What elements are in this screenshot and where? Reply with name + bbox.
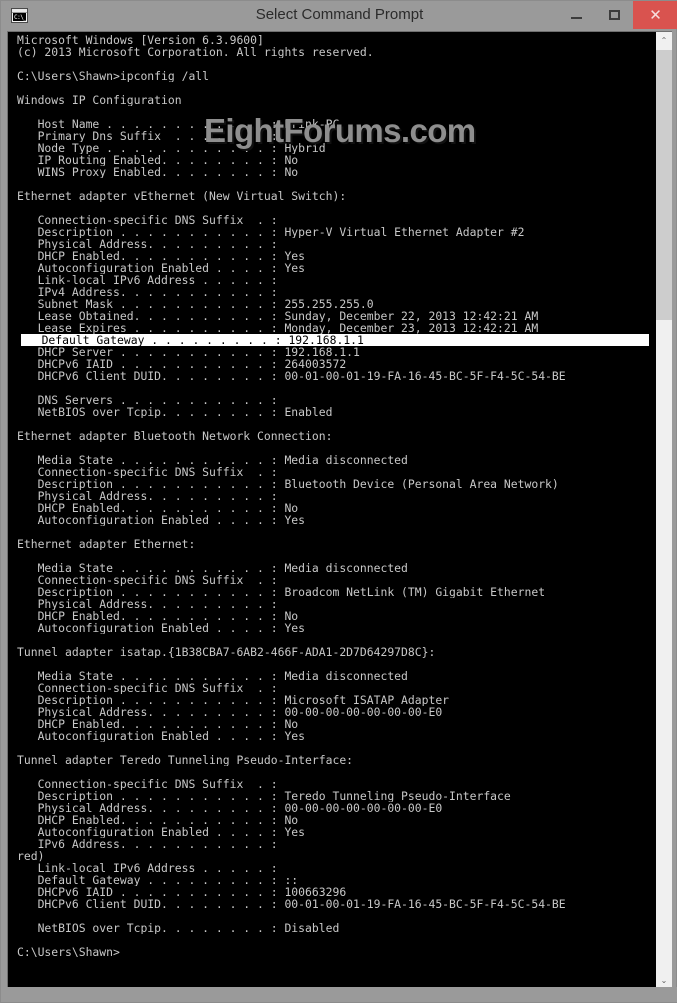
console-line: Autoconfiguration Enabled . . . . : Yes [17, 826, 306, 838]
console-line: Subnet Mask . . . . . . . . . . . : 255.… [17, 298, 374, 310]
console-line: Description . . . . . . . . . . . : Blue… [17, 478, 559, 490]
console-line: C:\Users\Shawn>_ [17, 946, 127, 958]
console-line: Physical Address. . . . . . . . . : [17, 490, 278, 502]
console-line: Autoconfiguration Enabled . . . . : Yes [17, 262, 306, 274]
console-line: IP Routing Enabled. . . . . . . . : No [17, 154, 299, 166]
console-line-selected: Default Gateway . . . . . . . . . : 192.… [21, 334, 649, 346]
console-line: Connection-specific DNS Suffix . : [17, 466, 278, 478]
console-line: Primary Dns Suffix . . . . . . . : [17, 130, 278, 142]
console-line: DHCPv6 IAID . . . . . . . . . . . : 1006… [17, 886, 347, 898]
close-button[interactable]: ✕ [633, 1, 677, 29]
console-line: Autoconfiguration Enabled . . . . : Yes [17, 730, 306, 742]
icon-glyph: C:\_ [13, 13, 27, 21]
console-line: DHCPv6 Client DUID. . . . . . . . : 00-0… [17, 370, 566, 382]
console-line: DHCP Enabled. . . . . . . . . . . : No [17, 718, 299, 730]
command-prompt-window: C:\_ Select Command Prompt ✕ Microsoft W… [0, 0, 677, 1003]
console-line: Tunnel adapter isatap.{1B38CBA7-6AB2-466… [17, 646, 436, 658]
console-line: DNS Servers . . . . . . . . . . . : [17, 394, 278, 406]
console-output: Microsoft Windows [Version 6.3.9600] (c) … [17, 34, 656, 958]
console-line: Physical Address. . . . . . . . . : 00-0… [17, 802, 443, 814]
maximize-icon [608, 10, 620, 20]
console-line: Node Type . . . . . . . . . . . . : Hybr… [17, 142, 326, 154]
console-line: DHCP Server . . . . . . . . . . . : 192.… [17, 346, 360, 358]
console-line: DHCPv6 Client DUID. . . . . . . . : 00-0… [17, 898, 566, 910]
command-prompt-icon[interactable]: C:\_ [11, 8, 28, 23]
console-line: Physical Address. . . . . . . . . : 00-0… [17, 706, 443, 718]
minimize-icon [570, 17, 582, 19]
console-line: Description . . . . . . . . . . . : Hype… [17, 226, 525, 238]
console-line: Tunnel adapter Teredo Tunneling Pseudo-I… [17, 754, 354, 766]
vertical-scrollbar[interactable]: ⌃ ⌄ [656, 32, 672, 989]
console-line: Physical Address. . . . . . . . . : [17, 598, 278, 610]
console-line: Description . . . . . . . . . . . : Broa… [17, 586, 546, 598]
console-line: red) [17, 850, 45, 862]
console-line: Physical Address. . . . . . . . . : [17, 238, 278, 250]
console-line: Autoconfiguration Enabled . . . . : Yes [17, 514, 306, 526]
title-bar[interactable]: C:\_ Select Command Prompt ✕ [1, 1, 677, 29]
console-line: Lease Obtained. . . . . . . . . . : Sund… [17, 310, 539, 322]
console-text-surface[interactable]: Microsoft Windows [Version 6.3.9600] (c) … [8, 32, 656, 989]
minimize-button[interactable] [557, 1, 595, 29]
console-line: Connection-specific DNS Suffix . : [17, 682, 278, 694]
console-line: Ethernet adapter Bluetooth Network Conne… [17, 430, 333, 442]
console-line: Default Gateway . . . . . . . . . : :: [17, 874, 299, 886]
console-line: (c) 2013 Microsoft Corporation. All righ… [17, 46, 374, 58]
console-line: Microsoft Windows [Version 6.3.9600] [17, 34, 264, 46]
console-line: Host Name . . . . . . . . . . . . : Brin… [17, 118, 340, 130]
console-line: Ethernet adapter Ethernet: [17, 538, 196, 550]
console-line: DHCP Enabled. . . . . . . . . . . : No [17, 814, 299, 826]
console-line: DHCP Enabled. . . . . . . . . . . : No [17, 610, 299, 622]
console-line: DHCP Enabled. . . . . . . . . . . : Yes [17, 250, 306, 262]
console-line: Description . . . . . . . . . . . : Tere… [17, 790, 511, 802]
console-line: NetBIOS over Tcpip. . . . . . . . : Enab… [17, 406, 333, 418]
console-client-area[interactable]: Microsoft Windows [Version 6.3.9600] (c) … [7, 31, 672, 989]
console-line: NetBIOS over Tcpip. . . . . . . . : Disa… [17, 922, 340, 934]
console-line: Link-local IPv6 Address . . . . . : [17, 274, 278, 286]
console-line: Connection-specific DNS Suffix . : [17, 574, 278, 586]
console-line: Connection-specific DNS Suffix . : [17, 214, 278, 226]
console-line: IPv6 Address. . . . . . . . . . . : [17, 838, 278, 850]
console-line: Media State . . . . . . . . . . . : Medi… [17, 670, 408, 682]
maximize-button[interactable] [595, 1, 633, 29]
console-line: IPv4 Address. . . . . . . . . . . : [17, 286, 278, 298]
console-line: Media State . . . . . . . . . . . : Medi… [17, 454, 408, 466]
console-line: Connection-specific DNS Suffix . : [17, 778, 278, 790]
console-line: Lease Expires . . . . . . . . . . : Mond… [17, 322, 539, 334]
console-line: DHCPv6 IAID . . . . . . . . . . . : 2640… [17, 358, 347, 370]
scrollbar-thumb[interactable] [656, 50, 672, 320]
console-line: WINS Proxy Enabled. . . . . . . . : No [17, 166, 299, 178]
console-line: DHCP Enabled. . . . . . . . . . . : No [17, 502, 299, 514]
console-line: Description . . . . . . . . . . . : Micr… [17, 694, 450, 706]
console-line: Media State . . . . . . . . . . . : Medi… [17, 562, 408, 574]
console-line: C:\Users\Shawn>ipconfig /all [17, 70, 210, 82]
scroll-up-arrow-icon[interactable]: ⌃ [656, 32, 672, 49]
window-bottom-frame [1, 987, 677, 1002]
console-line: Ethernet adapter vEthernet (New Virtual … [17, 190, 347, 202]
window-controls: ✕ [557, 1, 677, 29]
console-line: Link-local IPv6 Address . . . . . : [17, 862, 278, 874]
console-line: Windows IP Configuration [17, 94, 182, 106]
console-line: Autoconfiguration Enabled . . . . : Yes [17, 622, 306, 634]
